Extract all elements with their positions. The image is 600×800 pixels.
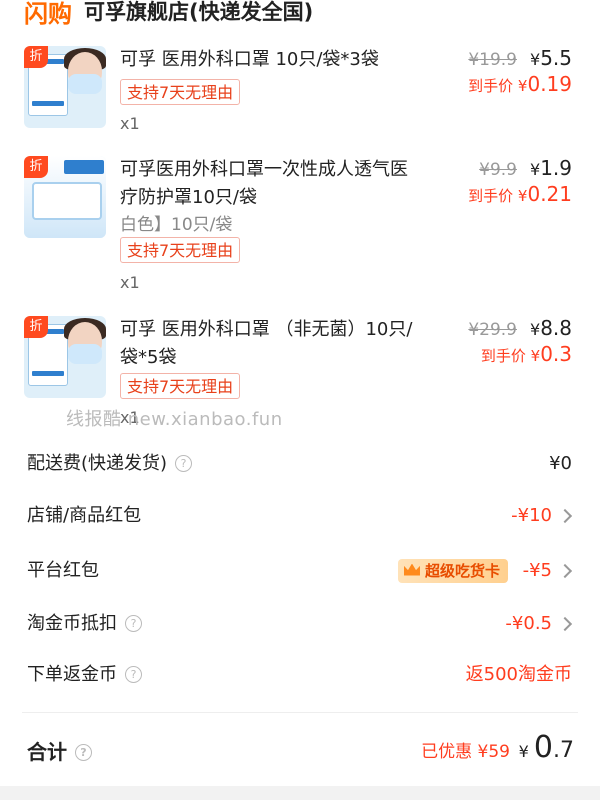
coins-deduct-value: -¥0.5 bbox=[505, 613, 552, 634]
item-price: ¥5.5 bbox=[530, 46, 572, 70]
quantity: x1 bbox=[120, 114, 140, 133]
divider bbox=[22, 712, 578, 713]
mask-graphic bbox=[68, 74, 102, 94]
chevron-right-icon[interactable] bbox=[560, 604, 572, 644]
shipping-fee-label: 配送费(快递发货)? bbox=[27, 444, 193, 484]
quantity: x1 bbox=[120, 273, 140, 292]
product-image[interactable]: 折 bbox=[24, 46, 106, 128]
final-price: 到手价 ¥0.21 bbox=[468, 182, 572, 206]
store-coupon-value: -¥10 bbox=[511, 505, 552, 526]
chevron-right-icon[interactable] bbox=[560, 496, 572, 536]
item-price: ¥1.9 bbox=[530, 156, 572, 180]
crown-icon bbox=[403, 563, 420, 576]
final-price: 到手价 ¥0.3 bbox=[480, 342, 572, 366]
store-name[interactable]: 可孚旗舰店(快递发全国) bbox=[84, 0, 313, 26]
discount-tag: 折 bbox=[24, 156, 48, 178]
item-price: ¥8.8 bbox=[530, 316, 572, 340]
coins-return-value: 返500淘金币 bbox=[465, 664, 572, 685]
coins-return-label: 下单返金币? bbox=[27, 655, 142, 695]
shipping-fee-value: ¥0 bbox=[549, 453, 572, 474]
product-image[interactable]: 折 bbox=[24, 156, 106, 238]
mask-graphic bbox=[68, 344, 102, 364]
return-policy-badge: 支持7天无理由 bbox=[120, 79, 241, 105]
help-icon[interactable]: ? bbox=[125, 665, 142, 683]
platform-coupon-value: -¥5 bbox=[522, 560, 552, 581]
watermark: 线报酷 new.xianbao.fun bbox=[66, 409, 283, 430]
chevron-right-icon[interactable] bbox=[560, 551, 572, 591]
bottom-bar bbox=[0, 786, 600, 800]
coins-deduct-row[interactable]: 淘金币抵扣? -¥0.5 bbox=[0, 604, 600, 644]
final-price: 到手价 ¥0.19 bbox=[468, 72, 572, 96]
platform-coupon-row[interactable]: 平台红包 超级吃货卡 -¥5 bbox=[0, 551, 600, 591]
cart-item[interactable]: 折 可孚医用外科口罩一次性成人透气医疗防护罩10只/袋 白色】10只/袋 支持7… bbox=[0, 152, 600, 302]
product-image[interactable]: 折 bbox=[24, 316, 106, 398]
store-coupon-row[interactable]: 店铺/商品红包 -¥10 bbox=[0, 496, 600, 536]
coins-deduct-label: 淘金币抵扣? bbox=[27, 604, 142, 644]
product-title[interactable]: 可孚医用外科口罩一次性成人透气医疗防护罩10只/袋 bbox=[120, 156, 420, 212]
cart-item[interactable]: 折 可孚 医用外科口罩 10只/袋*3袋 支持7天无理由 x1 ¥19.9 ¥5… bbox=[0, 42, 600, 142]
discount-saved: 已优惠 ¥59 bbox=[421, 742, 510, 762]
total-label: 合计? bbox=[27, 732, 92, 772]
help-icon[interactable]: ? bbox=[75, 744, 92, 761]
discount-tag: 折 bbox=[24, 316, 48, 338]
return-policy-badge: 支持7天无理由 bbox=[120, 373, 241, 399]
total-amount: ¥ 0.7 bbox=[518, 730, 574, 765]
product-title[interactable]: 可孚 医用外科口罩 （非无菌）10只/袋*5袋 bbox=[120, 316, 420, 372]
product-variant[interactable]: 白色】10只/袋 bbox=[120, 210, 232, 235]
super-foodie-card-badge: 超级吃货卡 bbox=[397, 559, 508, 583]
return-policy-badge: 支持7天无理由 bbox=[120, 237, 241, 263]
original-price: ¥19.9 bbox=[468, 50, 517, 70]
original-price: ¥9.9 bbox=[479, 160, 517, 180]
discount-tag: 折 bbox=[24, 46, 48, 68]
original-price: ¥29.9 bbox=[468, 320, 517, 340]
product-title[interactable]: 可孚 医用外科口罩 10只/袋*3袋 bbox=[120, 46, 420, 74]
store-coupon-label: 店铺/商品红包 bbox=[27, 505, 142, 526]
platform-coupon-label: 平台红包 bbox=[27, 560, 99, 581]
shipping-fee-row: 配送费(快递发货)? ¥0 bbox=[0, 444, 600, 484]
help-icon[interactable]: ? bbox=[175, 454, 193, 472]
coins-return-row: 下单返金币? 返500淘金币 bbox=[0, 655, 600, 695]
store-logo: 闪购 bbox=[24, 0, 72, 28]
help-icon[interactable]: ? bbox=[125, 614, 142, 632]
store-header: 闪购 可孚旗舰店(快递发全国) bbox=[0, 0, 600, 30]
